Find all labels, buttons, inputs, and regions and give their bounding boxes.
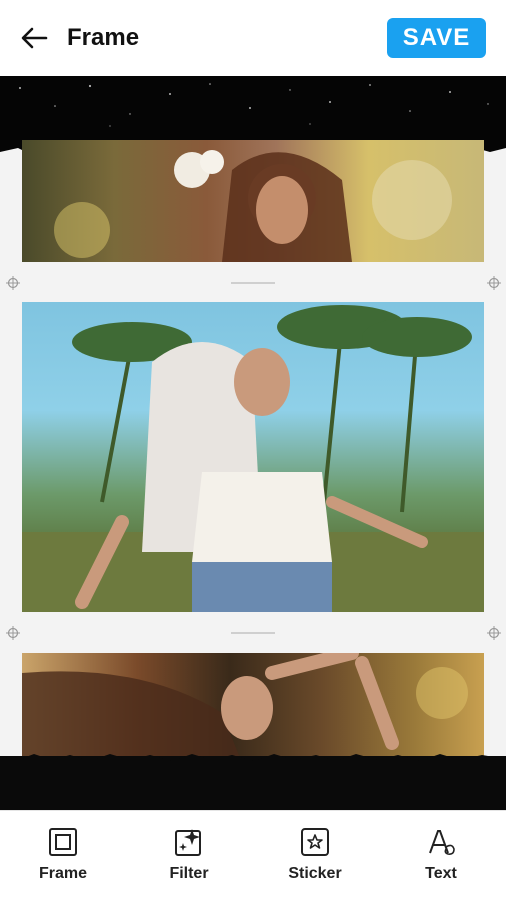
photo-middle[interactable] [22,302,484,612]
toolbar-filter-button[interactable]: Filter [126,811,252,901]
right-resize-handle-top[interactable] [487,276,501,290]
back-button[interactable] [18,24,50,52]
bottom-toolbar: Frame Filter Sticker Text [0,810,506,901]
toolbar-sticker-button[interactable]: Sticker [252,811,378,901]
toolbar-text-label: Text [425,865,457,882]
text-icon [429,830,455,855]
right-resize-handle-bottom[interactable] [487,626,501,640]
torn-edge-bottom [0,754,506,762]
toolbar-text-button[interactable]: Text [378,811,504,901]
sticker-icon [301,828,329,856]
photo-middle-art [22,305,484,612]
page-title: Frame [67,24,140,51]
left-resize-handle-top[interactable] [6,276,20,290]
left-resize-handle-bottom[interactable] [6,626,20,640]
torn-paper-bottom [0,756,506,810]
frame-icon [49,828,77,856]
toolbar-frame-label: Frame [38,865,88,882]
photo-top-art [54,150,452,262]
divider-bottom [231,632,275,634]
toolbar-sticker-label: Sticker [288,865,342,882]
toolbar-filter-label: Filter [169,865,209,882]
app-header: Frame SAVE [0,0,506,76]
photo-bottom-art [22,653,468,763]
save-button[interactable]: SAVE [387,18,486,58]
collage-canvas [0,76,506,810]
arrow-left-icon [21,27,48,49]
divider-top [231,282,275,284]
toolbar-frame-button[interactable]: Frame [0,811,126,901]
photo-top[interactable] [22,140,484,262]
photo-bottom[interactable] [22,653,484,763]
filter-icon [175,829,201,856]
